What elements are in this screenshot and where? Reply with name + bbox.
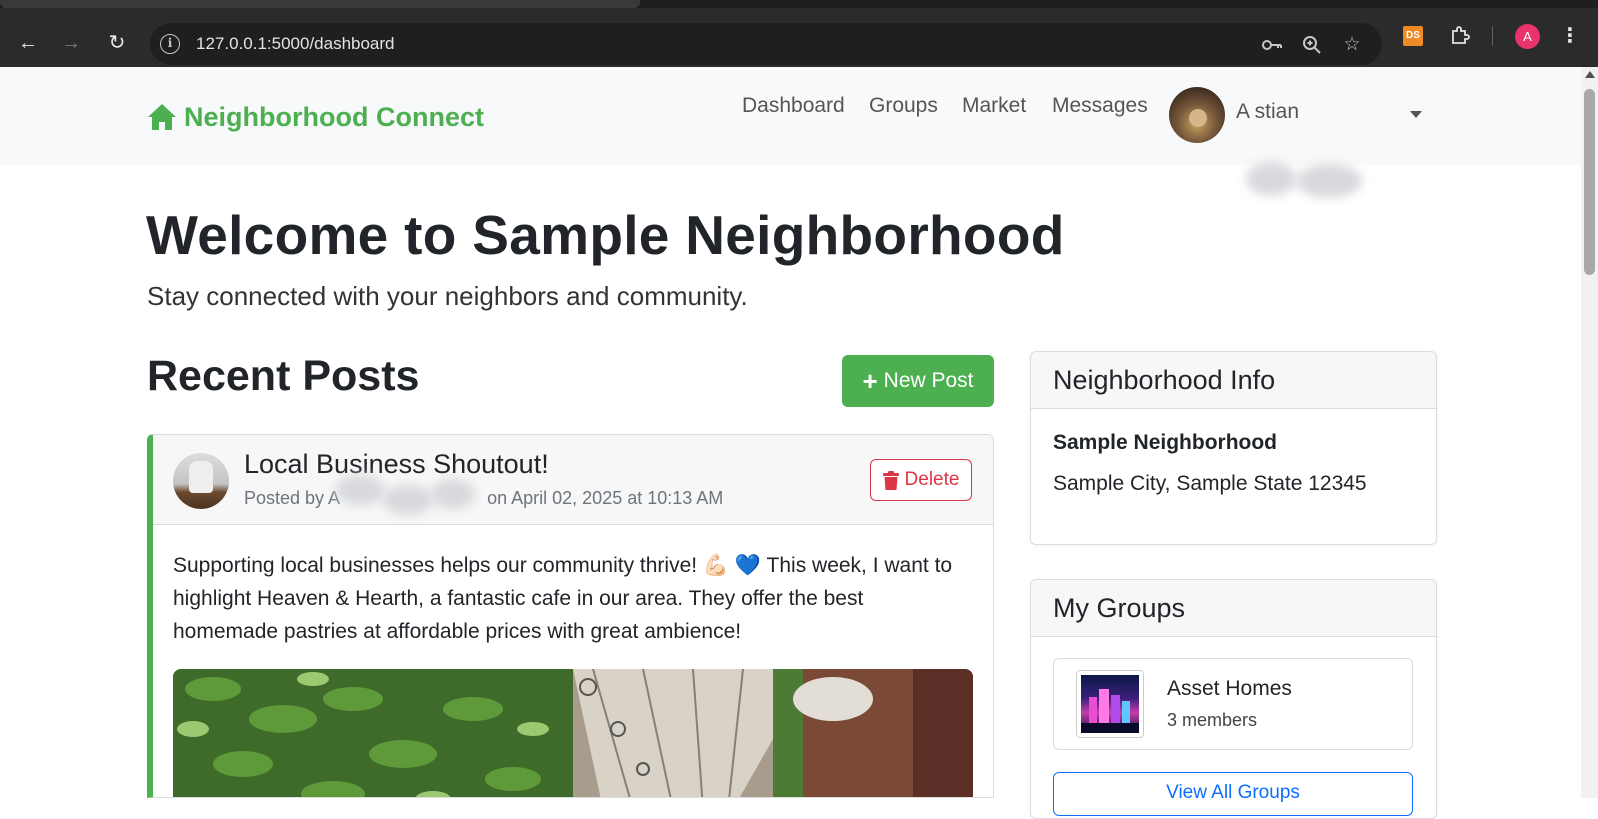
group-list-item[interactable]: Asset Homes 3 members [1053,658,1413,750]
neighborhood-name: Sample Neighborhood [1053,431,1278,454]
extensions-puzzle-icon[interactable] [1447,23,1473,49]
recent-posts-heading: Recent Posts [147,352,420,400]
new-post-label: New Post [883,369,974,392]
trash-icon [882,470,899,490]
reload-icon[interactable]: ↻ [103,29,131,57]
post-meta-suffix: on April 02, 2025 at 10:13 AM [487,488,724,508]
post-card: Local Business Shoutout! Posted by A on … [147,434,994,798]
view-all-groups-button[interactable]: View All Groups [1053,772,1413,816]
post-header: Local Business Shoutout! Posted by A on … [153,435,993,525]
neighborhood-info-title: Neighborhood Info [1031,352,1436,409]
redacted-blur [1246,162,1296,196]
user-avatar[interactable] [1169,87,1225,143]
password-key-icon[interactable] [1260,33,1284,57]
my-groups-title: My Groups [1031,580,1436,637]
group-name[interactable]: Asset Homes [1167,677,1292,701]
nav-link-market[interactable]: Market [962,94,1026,118]
back-icon[interactable]: ← [14,29,42,57]
post-title[interactable]: Local Business Shoutout! [244,449,549,480]
nav-link-messages[interactable]: Messages [1052,94,1148,118]
neighborhood-address: Sample City, Sample State 12345 [1053,472,1367,495]
site-navbar: Neighborhood Connect Dashboard Groups Ma… [0,67,1581,198]
brand-name: Neighborhood Connect [184,101,484,132]
browser-tab-strip [0,0,1598,8]
group-member-count: 3 members [1167,710,1258,730]
ds-extension-icon[interactable]: DS [1403,26,1423,46]
redacted-blur [1296,164,1362,198]
profile-avatar[interactable]: A [1515,24,1540,49]
neighborhood-info-card: Neighborhood Info Sample Neighborhood Sa… [1030,351,1437,545]
nav-link-groups[interactable]: Groups [869,94,938,118]
post-meta: Posted by A on April 02, 2025 at 10:13 A… [244,488,723,509]
scroll-thumb[interactable] [1584,89,1595,275]
redacted-blur [335,475,385,505]
page-subtitle: Stay connected with your neighbors and c… [147,281,748,311]
group-thumbnail [1076,670,1144,738]
address-bar[interactable]: i 127.0.0.1:5000/dashboard ☆ [150,23,1382,65]
toolbar-divider [1492,26,1493,46]
bookmark-star-icon[interactable]: ☆ [1340,33,1364,57]
post-body: Supporting local businesses helps our co… [173,554,953,643]
brand-link[interactable]: Neighborhood Connect [146,100,484,134]
delete-post-button[interactable]: Delete [870,459,972,501]
home-icon [148,104,176,130]
user-menu-name[interactable]: A stian [1236,100,1299,124]
zoom-icon[interactable] [1300,33,1324,57]
new-post-button[interactable]: + New Post [842,355,994,407]
post-image[interactable] [173,669,973,797]
chrome-menu-icon[interactable]: ⋮ [1560,22,1580,50]
nav-link-dashboard[interactable]: Dashboard [742,94,845,118]
redacted-blur [431,479,475,509]
post-author-avatar[interactable] [173,453,229,509]
page-scrollbar[interactable] [1581,67,1598,798]
scroll-up-arrow-icon[interactable] [1585,71,1595,78]
browser-toolbar: ← → ↻ i 127.0.0.1:5000/dashboard ☆ DS A … [0,8,1598,67]
my-groups-card: My Groups Asset Homes 3 members View All… [1030,579,1437,819]
url-text[interactable]: 127.0.0.1:5000/dashboard [196,34,395,54]
plus-icon: + [862,366,878,396]
page-title: Welcome to Sample Neighborhood [146,204,1065,266]
browser-tab[interactable] [0,0,640,8]
post-meta-prefix: Posted by A [244,488,340,508]
chevron-down-icon[interactable] [1410,111,1422,118]
forward-icon[interactable]: → [57,29,85,57]
redacted-blur [383,485,433,515]
info-icon[interactable]: i [160,34,180,54]
delete-label: Delete [904,469,960,490]
